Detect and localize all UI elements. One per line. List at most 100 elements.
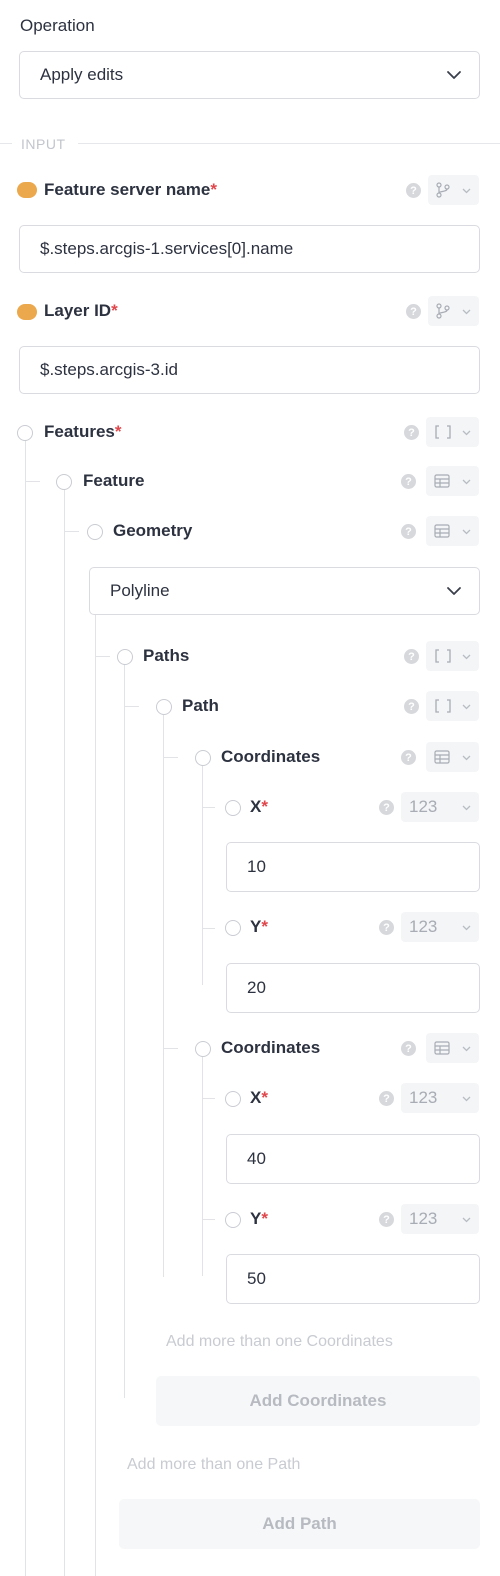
chevron-down-icon (462, 479, 471, 485)
type-selector-array[interactable] (426, 691, 479, 721)
y-input[interactable]: 50 (226, 1254, 480, 1304)
x-input[interactable]: 40 (226, 1134, 480, 1184)
tree-branch (65, 531, 79, 532)
expand-toggle[interactable] (17, 425, 33, 441)
geometry-type-select[interactable]: Polyline (89, 567, 480, 615)
add-coordinates-hint: Add more than one Coordinates (166, 1333, 393, 1350)
layer-id-value: $.steps.arcgis-3.id (40, 360, 178, 379)
help-icon[interactable]: ? (406, 304, 421, 319)
type-selector-branch[interactable] (428, 296, 479, 326)
feature-server-name-label: Feature server name * (44, 180, 217, 199)
chevron-down-icon (462, 654, 471, 660)
add-coordinates-button[interactable]: Add Coordinates (156, 1376, 480, 1426)
add-path-hint: Add more than one Path (127, 1456, 301, 1473)
chevron-down-icon (462, 1046, 471, 1052)
y-input[interactable]: 20 (226, 963, 480, 1013)
paths-label: Paths (143, 646, 190, 665)
help-icon[interactable]: ? (404, 649, 419, 664)
expand-toggle[interactable] (117, 649, 133, 665)
type-selector-object[interactable] (426, 1033, 479, 1063)
tree-line-feature (64, 489, 65, 1576)
y-value: 50 (247, 1269, 266, 1288)
type-selector-object[interactable] (426, 516, 479, 546)
help-icon[interactable]: ? (379, 800, 394, 815)
expand-toggle[interactable] (195, 750, 211, 766)
feature-label: Feature (83, 471, 145, 490)
section-divider-right (78, 143, 500, 144)
path-label: Path (182, 696, 219, 715)
chevron-down-icon (447, 587, 461, 595)
expand-toggle[interactable] (225, 920, 241, 936)
expand-toggle[interactable] (156, 699, 172, 715)
geometry-label: Geometry (113, 521, 193, 540)
help-icon[interactable]: ? (401, 1041, 416, 1056)
operation-select[interactable]: Apply edits (19, 51, 480, 99)
chevron-down-icon (462, 805, 471, 811)
expand-toggle[interactable] (87, 524, 103, 540)
help-icon[interactable]: ? (401, 474, 416, 489)
table-icon (434, 474, 450, 488)
expand-toggle[interactable] (225, 1091, 241, 1107)
type-selector-number[interactable]: 123 (401, 1204, 479, 1234)
type-selector-number[interactable]: 123 (401, 792, 479, 822)
tree-branch (96, 656, 110, 657)
tree-branch (203, 1098, 215, 1099)
tree-branch (203, 807, 215, 808)
add-path-button[interactable]: Add Path (119, 1499, 480, 1549)
tree-branch (26, 481, 40, 482)
table-icon (434, 524, 450, 538)
expand-toggle[interactable] (225, 1212, 241, 1228)
help-icon[interactable]: ? (379, 1212, 394, 1227)
type-selector-branch[interactable] (428, 175, 479, 205)
chevron-down-icon (462, 925, 471, 931)
feature-server-name-value: $.steps.arcgis-1.services[0].name (40, 239, 294, 258)
operation-selected-value: Apply edits (40, 65, 124, 84)
help-icon[interactable]: ? (406, 183, 421, 198)
array-brackets-icon (435, 425, 451, 439)
layer-id-input[interactable]: $.steps.arcgis-3.id (19, 346, 480, 394)
help-icon[interactable]: ? (404, 699, 419, 714)
type-selector-object[interactable] (426, 466, 479, 496)
coordinates-label: Coordinates (221, 747, 321, 766)
expand-toggle[interactable] (195, 1041, 211, 1057)
help-icon[interactable]: ? (379, 1091, 394, 1106)
feature-server-name-input[interactable]: $.steps.arcgis-1.services[0].name (19, 225, 480, 273)
tree-branch (125, 706, 139, 707)
chevron-down-icon (462, 755, 471, 761)
help-icon[interactable]: ? (404, 425, 419, 440)
type-selector-array[interactable] (426, 641, 479, 671)
tree-line-coordinates-2 (202, 1056, 203, 1276)
expand-toggle[interactable] (225, 800, 241, 816)
layer-id-label: Layer ID * (44, 301, 118, 320)
number-type-label: 123 (409, 1088, 438, 1107)
tree-line-paths (124, 664, 125, 1398)
chevron-down-icon (462, 529, 471, 535)
x-label: X * (250, 1088, 268, 1107)
x-input[interactable]: 10 (226, 842, 480, 892)
help-icon[interactable]: ? (379, 920, 394, 935)
table-icon (434, 750, 450, 764)
chevron-down-icon (462, 1217, 471, 1223)
type-selector-array[interactable] (426, 417, 479, 447)
type-selector-number[interactable]: 123 (401, 1083, 479, 1113)
chevron-down-icon (462, 1096, 471, 1102)
y-label: Y * (250, 917, 268, 936)
y-value: 20 (247, 978, 266, 997)
chevron-down-icon (462, 430, 471, 436)
chevron-down-icon (462, 188, 471, 194)
x-value: 40 (247, 1149, 266, 1168)
number-type-label: 123 (409, 1209, 438, 1228)
type-selector-number[interactable]: 123 (401, 912, 479, 942)
type-selector-object[interactable] (426, 742, 479, 772)
input-section-label: INPUT (21, 136, 66, 152)
help-icon[interactable]: ? (401, 750, 416, 765)
help-icon[interactable]: ? (401, 524, 416, 539)
tree-line-path (163, 715, 164, 1277)
tree-line-geometry (95, 614, 96, 1576)
expand-toggle[interactable] (56, 474, 72, 490)
branch-icon (436, 182, 450, 198)
number-type-label: 123 (409, 917, 438, 936)
tree-branch (203, 928, 215, 929)
array-brackets-icon (435, 699, 451, 713)
x-value: 10 (247, 857, 266, 876)
